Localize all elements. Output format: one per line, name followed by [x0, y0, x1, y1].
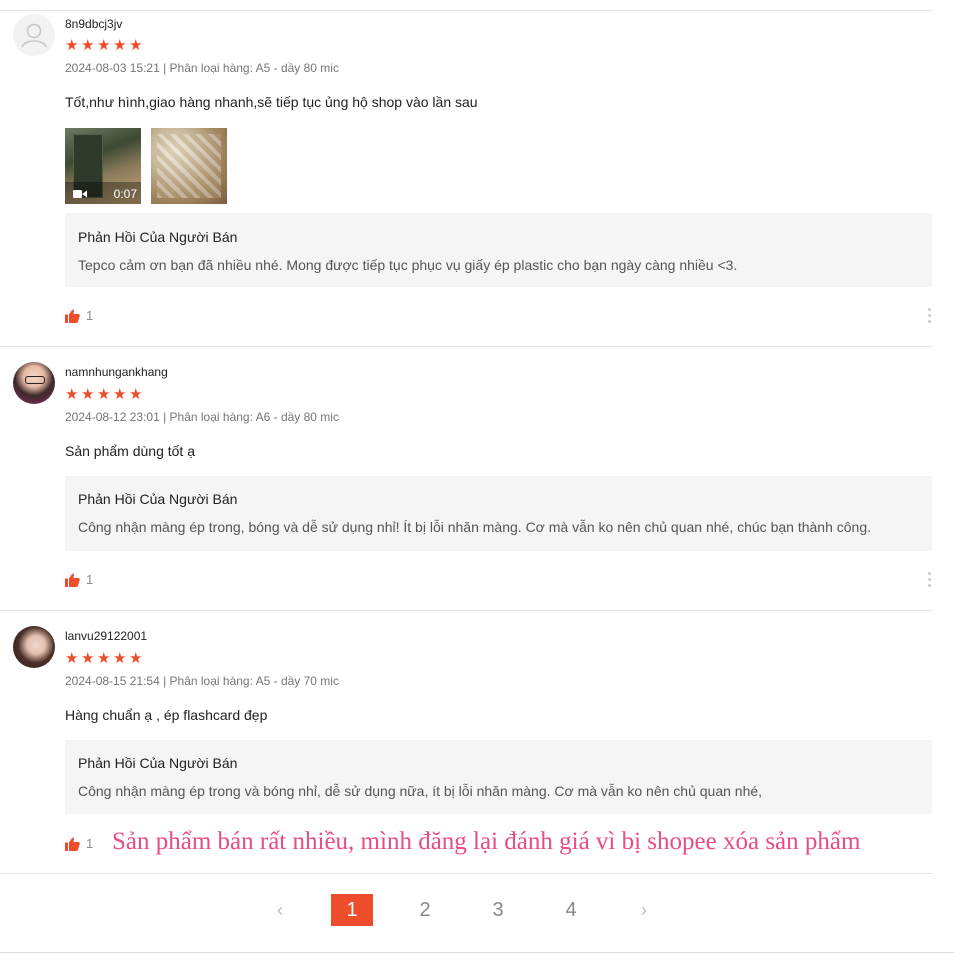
page-2-button[interactable]: 2	[404, 894, 446, 926]
review-video-thumbnail[interactable]: 0:07	[65, 128, 141, 204]
page-1-button[interactable]: 1	[331, 894, 373, 926]
seller-reply-text: Công nhận màng ép trong, bóng và dễ sử d…	[78, 519, 871, 535]
review-media: 0:07	[65, 128, 227, 204]
rating-stars: ★ ★ ★ ★ ★	[65, 387, 143, 402]
rating-stars: ★ ★ ★ ★ ★	[65, 38, 143, 53]
review-meta: 2024-08-03 15:21 | Phân loại hàng: A5 - …	[65, 61, 339, 75]
like-button[interactable]: 1	[65, 308, 93, 323]
like-button[interactable]: 1	[65, 572, 93, 587]
like-count: 1	[86, 308, 94, 323]
page-4-button[interactable]: 4	[550, 894, 592, 926]
seller-reply: Phản Hồi Của Người Bán Công nhận màng ép…	[65, 740, 932, 814]
seller-reply-title: Phản Hồi Của Người Bán	[78, 229, 238, 245]
star-icon: ★	[81, 650, 95, 667]
review-username[interactable]: 8n9dbcj3jv	[65, 17, 122, 31]
review-meta: 2024-08-15 21:54 | Phân loại hàng: A5 - …	[65, 674, 339, 688]
overlay-caption: Sản phẩm bán rất nhiều, mình đăng lại đá…	[112, 828, 861, 855]
star-icon: ★	[129, 37, 143, 54]
thumbs-up-icon	[65, 837, 80, 851]
review-comment: Tốt,như hình,giao hàng nhanh,sẽ tiếp tục…	[65, 94, 478, 110]
avatar[interactable]	[13, 362, 55, 404]
star-icon: ★	[129, 386, 143, 403]
seller-reply-title: Phản Hồi Của Người Bán	[78, 755, 238, 771]
default-user-icon	[21, 23, 47, 48]
seller-reply-text: Tepco cảm ơn bạn đã nhiều nhé. Mong được…	[78, 257, 738, 273]
seller-reply-text: Công nhận màng ép trong và bóng nhỉ, dễ …	[78, 783, 763, 799]
review-divider	[0, 873, 932, 874]
prev-page-button[interactable]: ‹	[266, 894, 294, 926]
seller-reply: Phản Hồi Của Người Bán Công nhận màng ép…	[65, 476, 932, 551]
bottom-divider	[0, 952, 954, 953]
like-count: 1	[86, 572, 94, 587]
review-comment: Hàng chuẩn ạ , ép flashcard đẹp	[65, 707, 268, 723]
page-3-button[interactable]: 3	[477, 894, 519, 926]
rating-stars: ★ ★ ★ ★ ★	[65, 651, 143, 666]
seller-reply-title: Phản Hồi Của Người Bán	[78, 491, 238, 507]
video-duration: 0:07	[113, 187, 137, 201]
star-icon: ★	[113, 386, 127, 403]
star-icon: ★	[81, 37, 95, 54]
review-comment: Sản phẩm dùng tốt ạ	[65, 443, 195, 459]
avatar[interactable]	[13, 626, 55, 668]
star-icon: ★	[65, 650, 79, 667]
star-icon: ★	[97, 37, 111, 54]
star-icon: ★	[65, 386, 79, 403]
review-photo-thumbnail[interactable]	[151, 128, 227, 204]
review-username[interactable]: lanvu29122001	[65, 629, 147, 643]
next-page-button[interactable]: ›	[630, 894, 658, 926]
star-icon: ★	[97, 386, 111, 403]
review-item: namnhungankhang ★ ★ ★ ★ ★ 2024-08-12 23:…	[0, 347, 932, 610]
seller-reply: Phản Hồi Của Người Bán Tepco cảm ơn bạn …	[65, 213, 932, 287]
review-username[interactable]: namnhungankhang	[65, 365, 168, 379]
review-item: 8n9dbcj3jv ★ ★ ★ ★ ★ 2024-08-03 15:21 | …	[0, 0, 932, 346]
star-icon: ★	[113, 650, 127, 667]
star-icon: ★	[113, 37, 127, 54]
pagination: ‹ 1 2 3 4 ›	[0, 894, 932, 926]
video-camera-icon	[73, 190, 87, 198]
like-button[interactable]: 1	[65, 836, 93, 851]
like-count: 1	[86, 836, 94, 851]
more-vertical-icon[interactable]	[926, 308, 932, 326]
star-icon: ★	[65, 37, 79, 54]
star-icon: ★	[129, 650, 143, 667]
star-icon: ★	[97, 650, 111, 667]
thumbs-up-icon	[65, 309, 80, 323]
review-meta: 2024-08-12 23:01 | Phân loại hàng: A6 - …	[65, 410, 339, 424]
more-vertical-icon[interactable]	[926, 572, 932, 590]
star-icon: ★	[81, 386, 95, 403]
thumbs-up-icon	[65, 573, 80, 587]
avatar[interactable]	[13, 14, 55, 56]
